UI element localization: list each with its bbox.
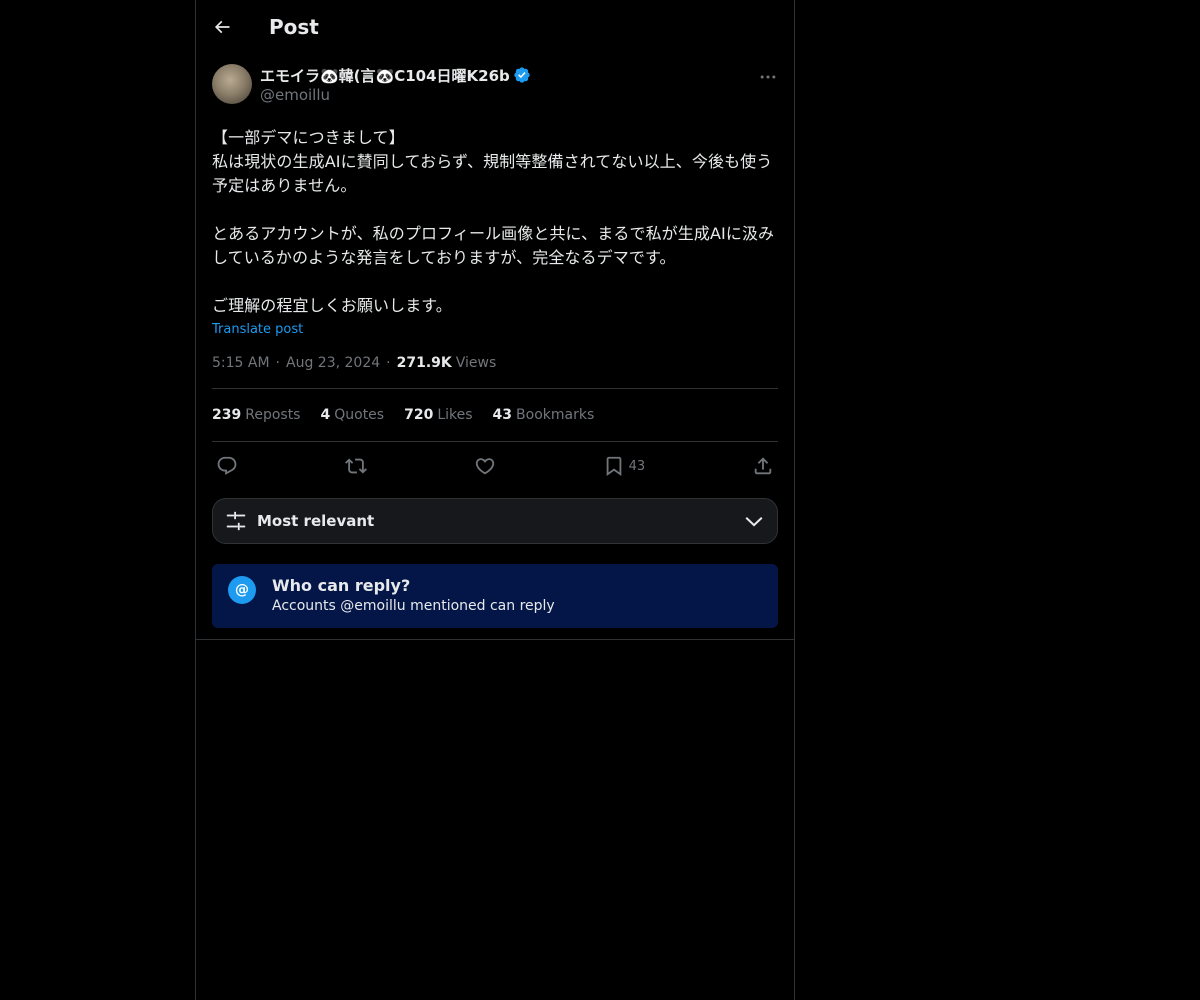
verified-badge-icon — [514, 67, 530, 83]
divider — [196, 639, 794, 640]
author-row: エモイラ🐼韓(言🐼C104日曜K26b @emoillu — [212, 64, 778, 104]
avatar[interactable] — [212, 64, 252, 104]
share-button[interactable] — [752, 455, 774, 477]
post-meta: 5:15 AM · Aug 23, 2024 · 271.9K Views — [212, 355, 778, 371]
reply-restriction-text: Who can reply? Accounts @emoillu mention… — [272, 576, 555, 614]
sort-label: Most relevant — [257, 512, 375, 530]
reply-button[interactable] — [216, 455, 238, 477]
post: エモイラ🐼韓(言🐼C104日曜K26b @emoillu 【一部デマにつきまして… — [196, 64, 794, 628]
filter-icon — [226, 511, 246, 531]
author-info: エモイラ🐼韓(言🐼C104日曜K26b @emoillu — [260, 64, 531, 104]
bookmarks-stat[interactable]: 43 Bookmarks — [493, 407, 595, 423]
author-display-name[interactable]: エモイラ🐼韓(言🐼C104日曜K26b — [260, 65, 510, 86]
repost-button[interactable] — [344, 455, 367, 477]
post-stats: 239 Reposts 4 Quotes 720 Likes 43 Bookmarks — [212, 389, 778, 441]
meta-separator: · — [386, 355, 391, 371]
back-button[interactable] — [212, 17, 232, 37]
back-arrow-icon — [214, 20, 230, 34]
repost-icon — [344, 458, 367, 474]
post-time[interactable]: 5:15 AM — [212, 355, 270, 371]
bookmark-button[interactable]: 43 — [603, 455, 646, 477]
more-icon[interactable] — [758, 67, 778, 87]
page-header: Post — [196, 0, 794, 54]
bookmark-count: 43 — [628, 458, 646, 474]
reply-icon — [217, 456, 237, 475]
author-handle[interactable]: @emoillu — [260, 86, 531, 104]
bookmark-icon — [606, 456, 621, 477]
like-icon — [475, 458, 494, 475]
at-icon: @ — [228, 576, 256, 604]
post-actions: 43 — [212, 442, 778, 490]
translate-post-link[interactable]: Translate post — [212, 322, 303, 337]
reply-sort-dropdown[interactable]: Most relevant — [212, 498, 778, 544]
like-button[interactable] — [474, 455, 496, 477]
post-date[interactable]: Aug 23, 2024 — [286, 355, 380, 371]
primary-column: Post エモイラ🐼韓(言🐼C104日曜K26b @emoillu 【一部デマに… — [195, 0, 795, 1000]
chevron-down-icon — [745, 517, 763, 527]
reply-restriction-title: Who can reply? — [272, 576, 411, 595]
post-text: 【一部デマにつきまして】 私は現状の生成AIに賛同しておらず、規制等整備されてな… — [212, 128, 775, 315]
share-icon — [754, 457, 772, 475]
meta-separator: · — [275, 355, 280, 371]
name-line: エモイラ🐼韓(言🐼C104日曜K26b — [260, 64, 531, 86]
views-count: 271.9K — [396, 355, 452, 371]
page-title: Post — [269, 15, 319, 39]
views-label: Views — [455, 355, 497, 371]
likes-stat[interactable]: 720 Likes — [404, 407, 472, 423]
reply-restriction-notice: @ Who can reply? Accounts @emoillu menti… — [212, 564, 778, 628]
reply-restriction-subtitle: Accounts @emoillu mentioned can reply — [272, 598, 555, 614]
quotes-stat[interactable]: 4 Quotes — [320, 407, 384, 423]
reposts-stat[interactable]: 239 Reposts — [212, 407, 300, 423]
